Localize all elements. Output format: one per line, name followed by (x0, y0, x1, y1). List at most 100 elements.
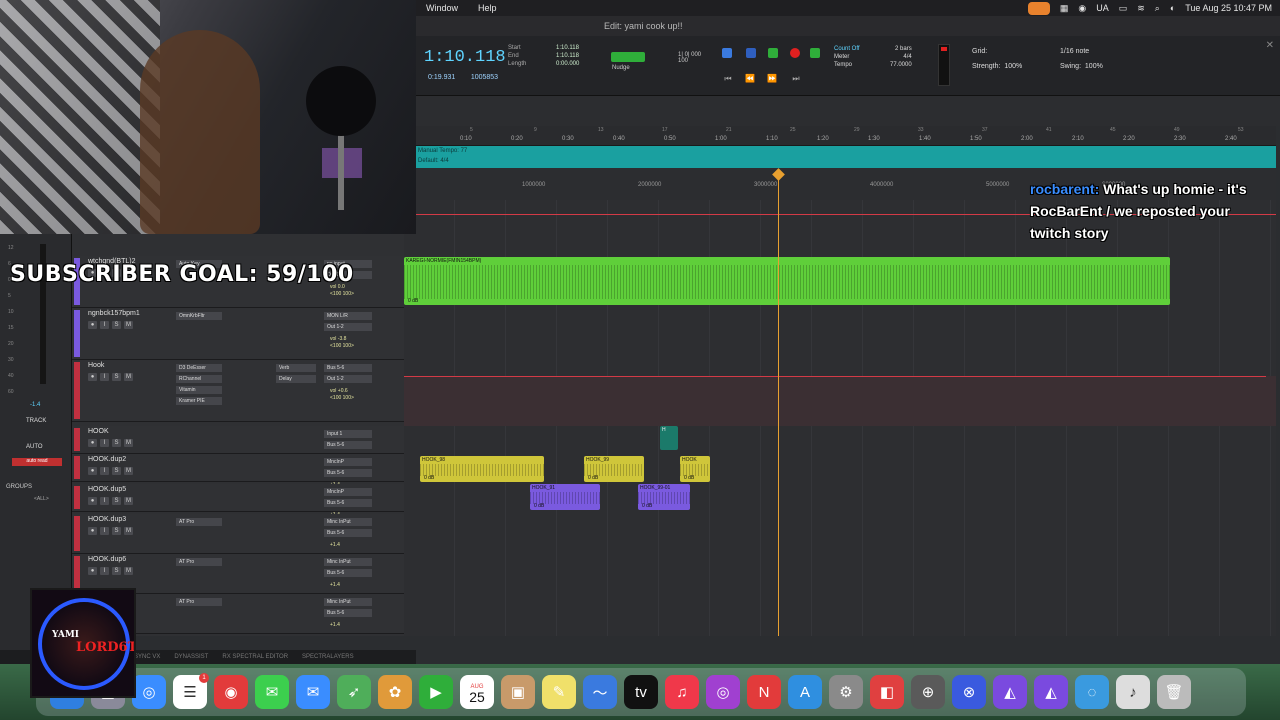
automation-mode[interactable]: auto read (12, 458, 62, 466)
volume-readout[interactable]: vol -3.8 (330, 336, 346, 342)
mute-button[interactable]: M (124, 321, 133, 329)
edit-area[interactable]: KAREGI-NORMIE(FMIN154BPM) 0 dB H HOOK_98… (404, 200, 1276, 636)
track-header[interactable]: HOOK●ISMInput 1Bus 5-60.0 (72, 426, 404, 460)
mute-button[interactable]: M (124, 497, 133, 505)
audio-clip[interactable]: HOOK_91 0 dB (530, 484, 600, 510)
facetime-icon[interactable]: ▶ (419, 675, 453, 709)
solo-button[interactable]: S (112, 373, 121, 381)
strength-value[interactable]: 100% (1004, 63, 1022, 70)
rec-button[interactable]: ● (88, 373, 97, 381)
track-header[interactable]: HOOK.dup3 ● I S M AT Pro Minc InPut Bus 5-6 +1.4 (72, 514, 404, 554)
clock[interactable]: Tue Aug 25 10:47 PM (1185, 3, 1272, 13)
insert-slot[interactable]: AT Pro (176, 598, 222, 606)
contacts-icon[interactable]: ▣ (501, 675, 535, 709)
insert-slot[interactable]: Vitamin (176, 386, 222, 394)
rec-button[interactable]: ● (88, 321, 97, 329)
main-counter[interactable]: 1:10.118 (424, 48, 506, 67)
search-icon[interactable]: ⌕ (1155, 3, 1160, 14)
track-name[interactable]: HOOK.dup2 (88, 456, 126, 463)
track-name[interactable]: HOOK (88, 428, 109, 435)
play-button[interactable] (768, 48, 778, 58)
output-select[interactable]: Out 1-2 (324, 323, 372, 331)
trash-icon[interactable]: 🗑 (1157, 675, 1191, 709)
insert-slot[interactable]: AT Pro (176, 558, 222, 566)
calendar-icon[interactable]: AUG 25 (460, 675, 494, 709)
plugin-spectralayers[interactable]: SPECTRALAYERS (302, 654, 354, 660)
mute-button[interactable]: M (124, 467, 133, 475)
output-select[interactable]: Bus 5-6 (324, 441, 372, 449)
insert-slot[interactable]: D3 DeEsser (176, 364, 222, 372)
input-button[interactable]: I (100, 567, 109, 575)
music-icon[interactable]: ♫ (665, 675, 699, 709)
volume-readout[interactable]: vol +0.6 (330, 388, 348, 394)
output-select[interactable]: Bus 5-6 (324, 609, 372, 617)
input-button[interactable]: I (100, 439, 109, 447)
rec-button[interactable]: ● (88, 439, 97, 447)
tempo-lane[interactable]: Manual Tempo: 77 Default: 4/4 (416, 146, 1276, 168)
rec-button[interactable]: ● (88, 527, 97, 535)
grid-icon[interactable]: ▦ (1060, 3, 1069, 14)
appstore-icon[interactable]: A (788, 675, 822, 709)
grid-mode-button[interactable] (611, 52, 645, 62)
track-header[interactable]: ngnbck157bpm1 ● I S M OmnKrbFltr MON L/R Out 1-… (72, 308, 404, 360)
timeline-ruler[interactable]: 0:10 0:20 0:30 0:40 0:50 1:00 1:10 1:20 1:30 1:40… (416, 126, 1276, 146)
track-name[interactable]: ngnbck157bpm1 (88, 310, 140, 317)
close-icon[interactable]: ✕ (1266, 40, 1274, 51)
solo-button[interactable]: S (112, 527, 121, 535)
solo-button[interactable]: S (112, 497, 121, 505)
output-select[interactable]: Bus 5-6 (324, 499, 372, 507)
audio-clip[interactable]: HOOK_99-01 0 dB (638, 484, 690, 510)
output-select[interactable]: Bus 5-6 (324, 569, 372, 577)
volume-value[interactable]: -1.4 (30, 402, 40, 408)
mic-indicator-icon[interactable] (1027, 1, 1050, 15)
track-name[interactable]: HOOK.dup3 (88, 516, 126, 523)
mute-button[interactable]: M (124, 373, 133, 381)
end-icon[interactable]: ⏭ (790, 74, 802, 84)
preview-icon[interactable]: ◧ (870, 675, 904, 709)
playhead[interactable] (778, 172, 779, 636)
rec-button[interactable]: ● (88, 497, 97, 505)
plugin-sync[interactable]: SYNC VX (134, 654, 160, 660)
audio-clip[interactable]: KAREGI-NORMIE(FMIN154BPM) 0 dB (404, 257, 1170, 305)
music-file-icon[interactable]: ♪ (1116, 675, 1150, 709)
grid-values[interactable]: 1/16 note Swing: 100% (1060, 44, 1103, 74)
track-header[interactable]: HOOK.dup5●ISMMncInPBus 5-6+1.4 (72, 484, 404, 518)
input-select[interactable]: MON L/R (324, 312, 372, 320)
volume-readout[interactable]: +1.4 (330, 542, 340, 548)
input-select[interactable]: Minc InPut (324, 558, 372, 566)
mute-button[interactable]: M (124, 567, 133, 575)
start-field[interactable]: 1:10.118 (556, 44, 579, 52)
track-name[interactable]: HOOK.dup5 (88, 486, 126, 493)
input-select[interactable]: Bus 5-6 (324, 364, 372, 372)
insert-slot[interactable]: OmnKrbFltr (176, 312, 222, 320)
track-name[interactable]: HOOK.dup6 (88, 556, 126, 563)
utility-icon[interactable]: ◌ (1075, 675, 1109, 709)
input-select[interactable]: MncInP (324, 458, 372, 466)
ua-icon[interactable]: ⊗ (952, 675, 986, 709)
nudge-label[interactable]: Nudge (612, 65, 630, 71)
rec-button[interactable]: ● (88, 467, 97, 475)
plugin-rx[interactable]: RX SPECTRAL EDITOR (222, 654, 288, 660)
send-slot[interactable]: Delay (276, 375, 316, 383)
volume-readout[interactable]: +1.4 (330, 622, 340, 628)
input-select[interactable]: MncInP (324, 488, 372, 496)
input-select[interactable]: Input 1 (324, 430, 372, 438)
solo-button[interactable]: S (112, 321, 121, 329)
solo-button[interactable]: S (112, 467, 121, 475)
maps-icon[interactable]: ➶ (337, 675, 371, 709)
insert-slot[interactable]: Kramer PIE (176, 397, 222, 405)
output-select[interactable]: Bus 5-6 (324, 529, 372, 537)
freeform-icon[interactable]: 〜 (583, 675, 617, 709)
input-button[interactable]: I (100, 527, 109, 535)
settings-icon[interactable]: ⚙ (829, 675, 863, 709)
rec-button[interactable]: ● (88, 567, 97, 575)
ua-connect-icon[interactable]: ⊕ (911, 675, 945, 709)
solo-button[interactable]: S (112, 439, 121, 447)
avid2-icon[interactable]: ◭ (1034, 675, 1068, 709)
track-name[interactable]: Hook (88, 362, 104, 369)
input-select[interactable]: Minc InPut (324, 598, 372, 606)
input-select[interactable]: Minc InPut (324, 518, 372, 526)
solo-button[interactable]: S (112, 567, 121, 575)
insert-slot[interactable]: AT Pro (176, 518, 222, 526)
ua-status[interactable]: UA (1096, 3, 1109, 13)
